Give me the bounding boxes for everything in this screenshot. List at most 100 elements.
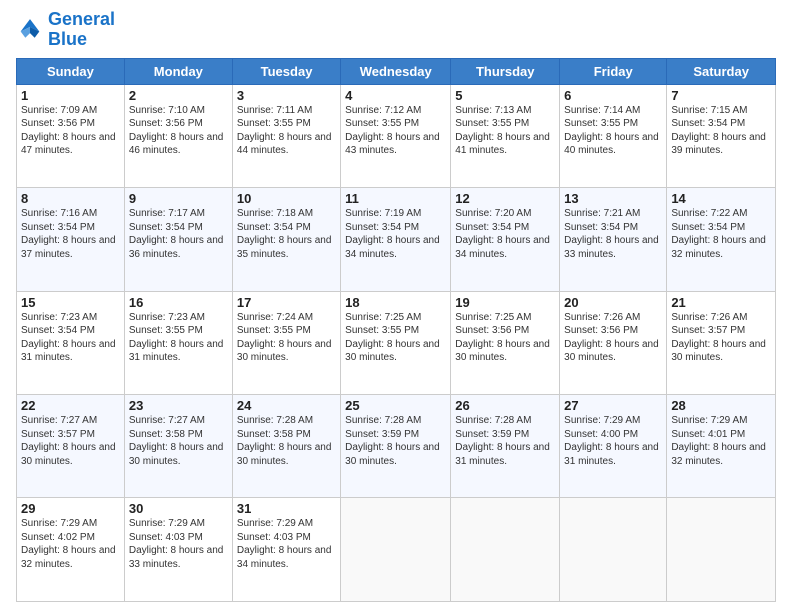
logo-general: General — [48, 9, 115, 29]
calendar-cell: 11Sunrise: 7:19 AMSunset: 3:54 PMDayligh… — [341, 188, 451, 291]
day-info: Sunrise: 7:29 AMSunset: 4:03 PMDaylight:… — [237, 517, 336, 571]
calendar-cell — [667, 498, 776, 602]
day-number: 19 — [455, 295, 555, 310]
calendar-cell: 3Sunrise: 7:11 AMSunset: 3:55 PMDaylight… — [232, 84, 340, 187]
day-number: 23 — [129, 398, 228, 413]
calendar-week-2: 8Sunrise: 7:16 AMSunset: 3:54 PMDaylight… — [17, 188, 776, 291]
day-number: 27 — [564, 398, 662, 413]
day-number: 25 — [345, 398, 446, 413]
calendar-cell: 5Sunrise: 7:13 AMSunset: 3:55 PMDaylight… — [451, 84, 560, 187]
logo-text: General Blue — [48, 10, 115, 50]
weekday-header-row: SundayMondayTuesdayWednesdayThursdayFrid… — [17, 58, 776, 84]
day-number: 16 — [129, 295, 228, 310]
day-info: Sunrise: 7:29 AMSunset: 4:03 PMDaylight:… — [129, 517, 228, 571]
day-info: Sunrise: 7:10 AMSunset: 3:56 PMDaylight:… — [129, 104, 228, 158]
day-number: 21 — [671, 295, 771, 310]
calendar-cell: 22Sunrise: 7:27 AMSunset: 3:57 PMDayligh… — [17, 395, 125, 498]
day-number: 10 — [237, 191, 336, 206]
day-number: 4 — [345, 88, 446, 103]
weekday-header-friday: Friday — [560, 58, 667, 84]
calendar-week-3: 15Sunrise: 7:23 AMSunset: 3:54 PMDayligh… — [17, 291, 776, 394]
day-info: Sunrise: 7:12 AMSunset: 3:55 PMDaylight:… — [345, 104, 446, 158]
page: General Blue SundayMondayTuesdayWednesda… — [0, 0, 792, 612]
day-number: 11 — [345, 191, 446, 206]
calendar-cell: 21Sunrise: 7:26 AMSunset: 3:57 PMDayligh… — [667, 291, 776, 394]
day-info: Sunrise: 7:26 AMSunset: 3:57 PMDaylight:… — [671, 311, 771, 365]
calendar-cell: 28Sunrise: 7:29 AMSunset: 4:01 PMDayligh… — [667, 395, 776, 498]
day-number: 22 — [21, 398, 120, 413]
day-info: Sunrise: 7:29 AMSunset: 4:01 PMDaylight:… — [671, 414, 771, 468]
day-info: Sunrise: 7:27 AMSunset: 3:58 PMDaylight:… — [129, 414, 228, 468]
day-info: Sunrise: 7:23 AMSunset: 3:55 PMDaylight:… — [129, 311, 228, 365]
calendar-cell: 7Sunrise: 7:15 AMSunset: 3:54 PMDaylight… — [667, 84, 776, 187]
calendar-cell: 24Sunrise: 7:28 AMSunset: 3:58 PMDayligh… — [232, 395, 340, 498]
day-info: Sunrise: 7:29 AMSunset: 4:00 PMDaylight:… — [564, 414, 662, 468]
day-number: 3 — [237, 88, 336, 103]
day-info: Sunrise: 7:29 AMSunset: 4:02 PMDaylight:… — [21, 517, 120, 571]
day-number: 8 — [21, 191, 120, 206]
day-info: Sunrise: 7:14 AMSunset: 3:55 PMDaylight:… — [564, 104, 662, 158]
calendar-cell: 2Sunrise: 7:10 AMSunset: 3:56 PMDaylight… — [124, 84, 232, 187]
calendar-cell: 8Sunrise: 7:16 AMSunset: 3:54 PMDaylight… — [17, 188, 125, 291]
day-number: 26 — [455, 398, 555, 413]
day-number: 13 — [564, 191, 662, 206]
day-number: 12 — [455, 191, 555, 206]
weekday-header-monday: Monday — [124, 58, 232, 84]
day-number: 5 — [455, 88, 555, 103]
weekday-header-sunday: Sunday — [17, 58, 125, 84]
calendar-cell: 19Sunrise: 7:25 AMSunset: 3:56 PMDayligh… — [451, 291, 560, 394]
logo: General Blue — [16, 10, 115, 50]
calendar-cell: 14Sunrise: 7:22 AMSunset: 3:54 PMDayligh… — [667, 188, 776, 291]
weekday-header-thursday: Thursday — [451, 58, 560, 84]
day-info: Sunrise: 7:22 AMSunset: 3:54 PMDaylight:… — [671, 207, 771, 261]
day-info: Sunrise: 7:28 AMSunset: 3:58 PMDaylight:… — [237, 414, 336, 468]
calendar-cell: 1Sunrise: 7:09 AMSunset: 3:56 PMDaylight… — [17, 84, 125, 187]
day-info: Sunrise: 7:24 AMSunset: 3:55 PMDaylight:… — [237, 311, 336, 365]
day-number: 18 — [345, 295, 446, 310]
day-number: 24 — [237, 398, 336, 413]
day-info: Sunrise: 7:13 AMSunset: 3:55 PMDaylight:… — [455, 104, 555, 158]
day-info: Sunrise: 7:25 AMSunset: 3:56 PMDaylight:… — [455, 311, 555, 365]
calendar-cell: 16Sunrise: 7:23 AMSunset: 3:55 PMDayligh… — [124, 291, 232, 394]
day-info: Sunrise: 7:28 AMSunset: 3:59 PMDaylight:… — [455, 414, 555, 468]
calendar-cell: 26Sunrise: 7:28 AMSunset: 3:59 PMDayligh… — [451, 395, 560, 498]
day-number: 6 — [564, 88, 662, 103]
day-number: 1 — [21, 88, 120, 103]
weekday-header-wednesday: Wednesday — [341, 58, 451, 84]
calendar-cell: 6Sunrise: 7:14 AMSunset: 3:55 PMDaylight… — [560, 84, 667, 187]
calendar-cell: 23Sunrise: 7:27 AMSunset: 3:58 PMDayligh… — [124, 395, 232, 498]
day-info: Sunrise: 7:25 AMSunset: 3:55 PMDaylight:… — [345, 311, 446, 365]
calendar-week-5: 29Sunrise: 7:29 AMSunset: 4:02 PMDayligh… — [17, 498, 776, 602]
day-number: 7 — [671, 88, 771, 103]
day-info: Sunrise: 7:09 AMSunset: 3:56 PMDaylight:… — [21, 104, 120, 158]
calendar-cell: 20Sunrise: 7:26 AMSunset: 3:56 PMDayligh… — [560, 291, 667, 394]
calendar-week-4: 22Sunrise: 7:27 AMSunset: 3:57 PMDayligh… — [17, 395, 776, 498]
calendar-cell: 25Sunrise: 7:28 AMSunset: 3:59 PMDayligh… — [341, 395, 451, 498]
day-number: 14 — [671, 191, 771, 206]
day-number: 31 — [237, 501, 336, 516]
calendar-cell: 30Sunrise: 7:29 AMSunset: 4:03 PMDayligh… — [124, 498, 232, 602]
day-number: 17 — [237, 295, 336, 310]
calendar-table: SundayMondayTuesdayWednesdayThursdayFrid… — [16, 58, 776, 602]
day-number: 15 — [21, 295, 120, 310]
calendar-cell: 31Sunrise: 7:29 AMSunset: 4:03 PMDayligh… — [232, 498, 340, 602]
weekday-header-tuesday: Tuesday — [232, 58, 340, 84]
day-info: Sunrise: 7:19 AMSunset: 3:54 PMDaylight:… — [345, 207, 446, 261]
day-info: Sunrise: 7:26 AMSunset: 3:56 PMDaylight:… — [564, 311, 662, 365]
day-info: Sunrise: 7:21 AMSunset: 3:54 PMDaylight:… — [564, 207, 662, 261]
calendar-cell: 15Sunrise: 7:23 AMSunset: 3:54 PMDayligh… — [17, 291, 125, 394]
day-number: 2 — [129, 88, 228, 103]
day-number: 29 — [21, 501, 120, 516]
day-info: Sunrise: 7:20 AMSunset: 3:54 PMDaylight:… — [455, 207, 555, 261]
logo-blue: Blue — [48, 29, 87, 49]
calendar-cell: 29Sunrise: 7:29 AMSunset: 4:02 PMDayligh… — [17, 498, 125, 602]
weekday-header-saturday: Saturday — [667, 58, 776, 84]
calendar-cell: 13Sunrise: 7:21 AMSunset: 3:54 PMDayligh… — [560, 188, 667, 291]
calendar-cell: 4Sunrise: 7:12 AMSunset: 3:55 PMDaylight… — [341, 84, 451, 187]
day-info: Sunrise: 7:17 AMSunset: 3:54 PMDaylight:… — [129, 207, 228, 261]
day-info: Sunrise: 7:27 AMSunset: 3:57 PMDaylight:… — [21, 414, 120, 468]
calendar-cell: 10Sunrise: 7:18 AMSunset: 3:54 PMDayligh… — [232, 188, 340, 291]
calendar-cell — [560, 498, 667, 602]
calendar-cell: 12Sunrise: 7:20 AMSunset: 3:54 PMDayligh… — [451, 188, 560, 291]
calendar-week-1: 1Sunrise: 7:09 AMSunset: 3:56 PMDaylight… — [17, 84, 776, 187]
